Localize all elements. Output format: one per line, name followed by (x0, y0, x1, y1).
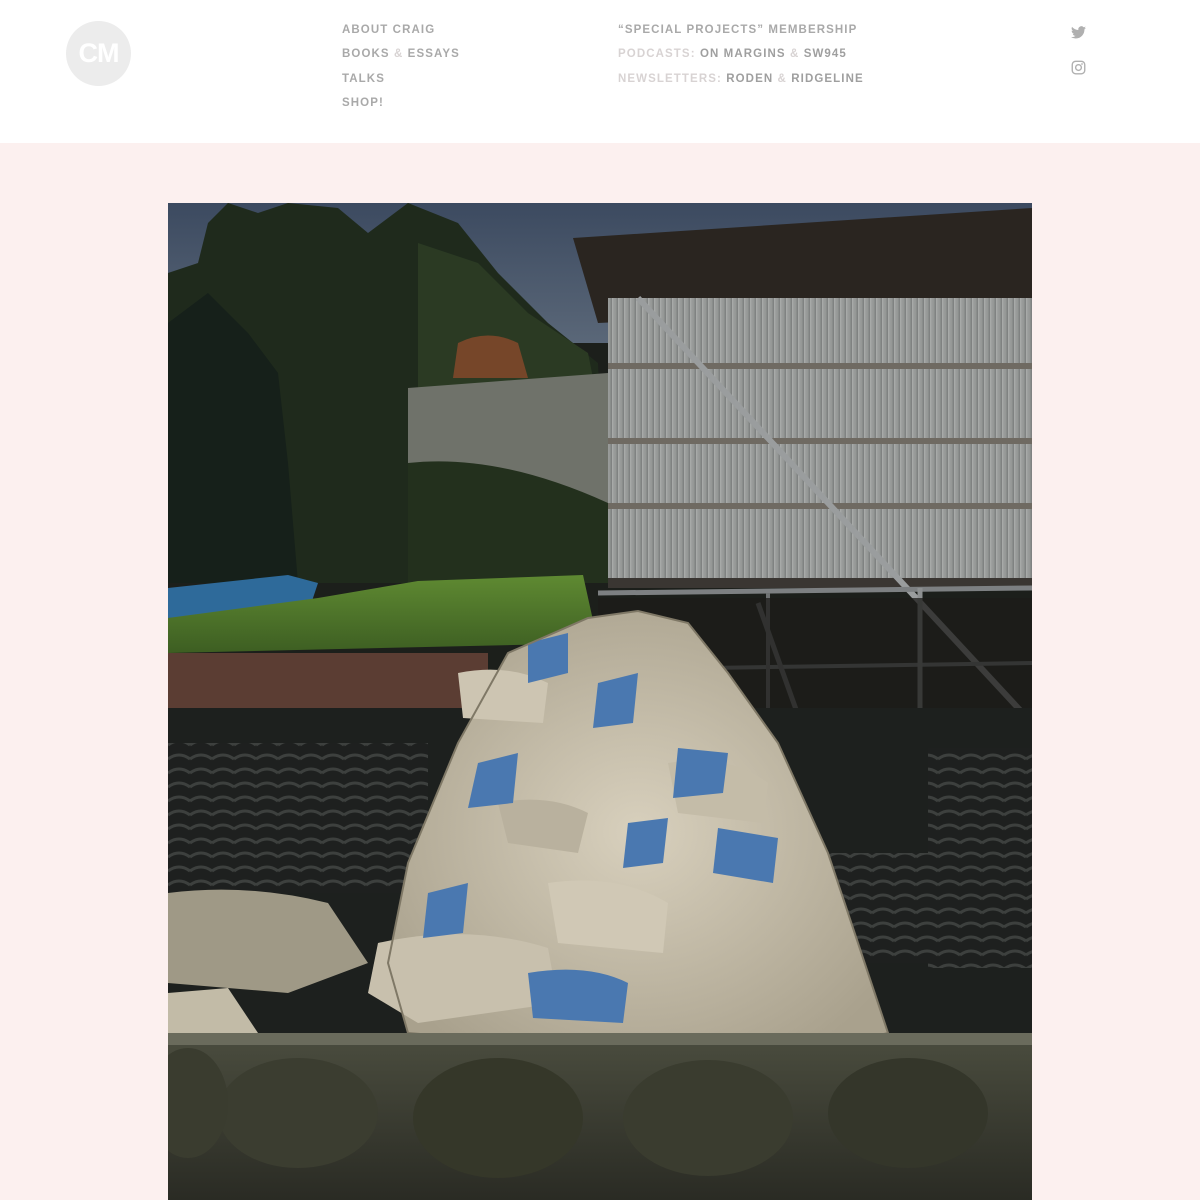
nav-link-shop[interactable]: SHOP! (342, 97, 384, 109)
nav-item-about[interactable]: ABOUT CRAIG (342, 24, 460, 48)
photo-image (168, 203, 1032, 1200)
nav-link-books[interactable]: BOOKS (342, 48, 390, 60)
photo-sandbag-pile (168, 203, 1032, 1200)
nav-item-shop[interactable]: SHOP! (342, 97, 460, 121)
nav-item-podcasts: PODCASTS: ON MARGINS & SW945 (618, 48, 864, 72)
site-logo[interactable]: CM (66, 21, 131, 86)
nav-link-talks[interactable]: TALKS (342, 73, 385, 85)
newsletters-label: NEWSLETTERS: (618, 72, 722, 85)
nav-ampersand: & (777, 72, 787, 85)
nav-ampersand: & (789, 48, 800, 61)
nav-link-about[interactable]: ABOUT CRAIG (342, 24, 435, 36)
nav-item-books-essays[interactable]: BOOKS & ESSAYS (342, 48, 460, 72)
nav-link-roden[interactable]: RODEN (726, 73, 773, 85)
secondary-nav: “SPECIAL PROJECTS” MEMBERSHIP PODCASTS: … (618, 24, 864, 97)
nav-link-on-margins[interactable]: ON MARGINS (700, 48, 786, 60)
nav-link-membership[interactable]: “SPECIAL PROJECTS” MEMBERSHIP (618, 24, 857, 36)
nav-item-membership[interactable]: “SPECIAL PROJECTS” MEMBERSHIP (618, 24, 864, 48)
nav-item-talks[interactable]: TALKS (342, 73, 460, 97)
nav-ampersand: & (393, 48, 404, 61)
podcasts-label: PODCASTS: (618, 48, 696, 61)
nav-link-sw945[interactable]: SW945 (804, 48, 847, 60)
nav-link-essays[interactable]: ESSAYS (408, 48, 460, 60)
instagram-icon[interactable] (1071, 60, 1086, 75)
site-header: CM ABOUT CRAIG BOOKS & ESSAYS TALKS SHOP… (0, 0, 1200, 143)
primary-nav: ABOUT CRAIG BOOKS & ESSAYS TALKS SHOP! (342, 24, 460, 121)
nav-item-newsletters: NEWSLETTERS: RODEN & RIDGELINE (618, 73, 864, 97)
nav-link-ridgeline[interactable]: RIDGELINE (791, 73, 864, 85)
twitter-icon[interactable] (1071, 26, 1086, 41)
